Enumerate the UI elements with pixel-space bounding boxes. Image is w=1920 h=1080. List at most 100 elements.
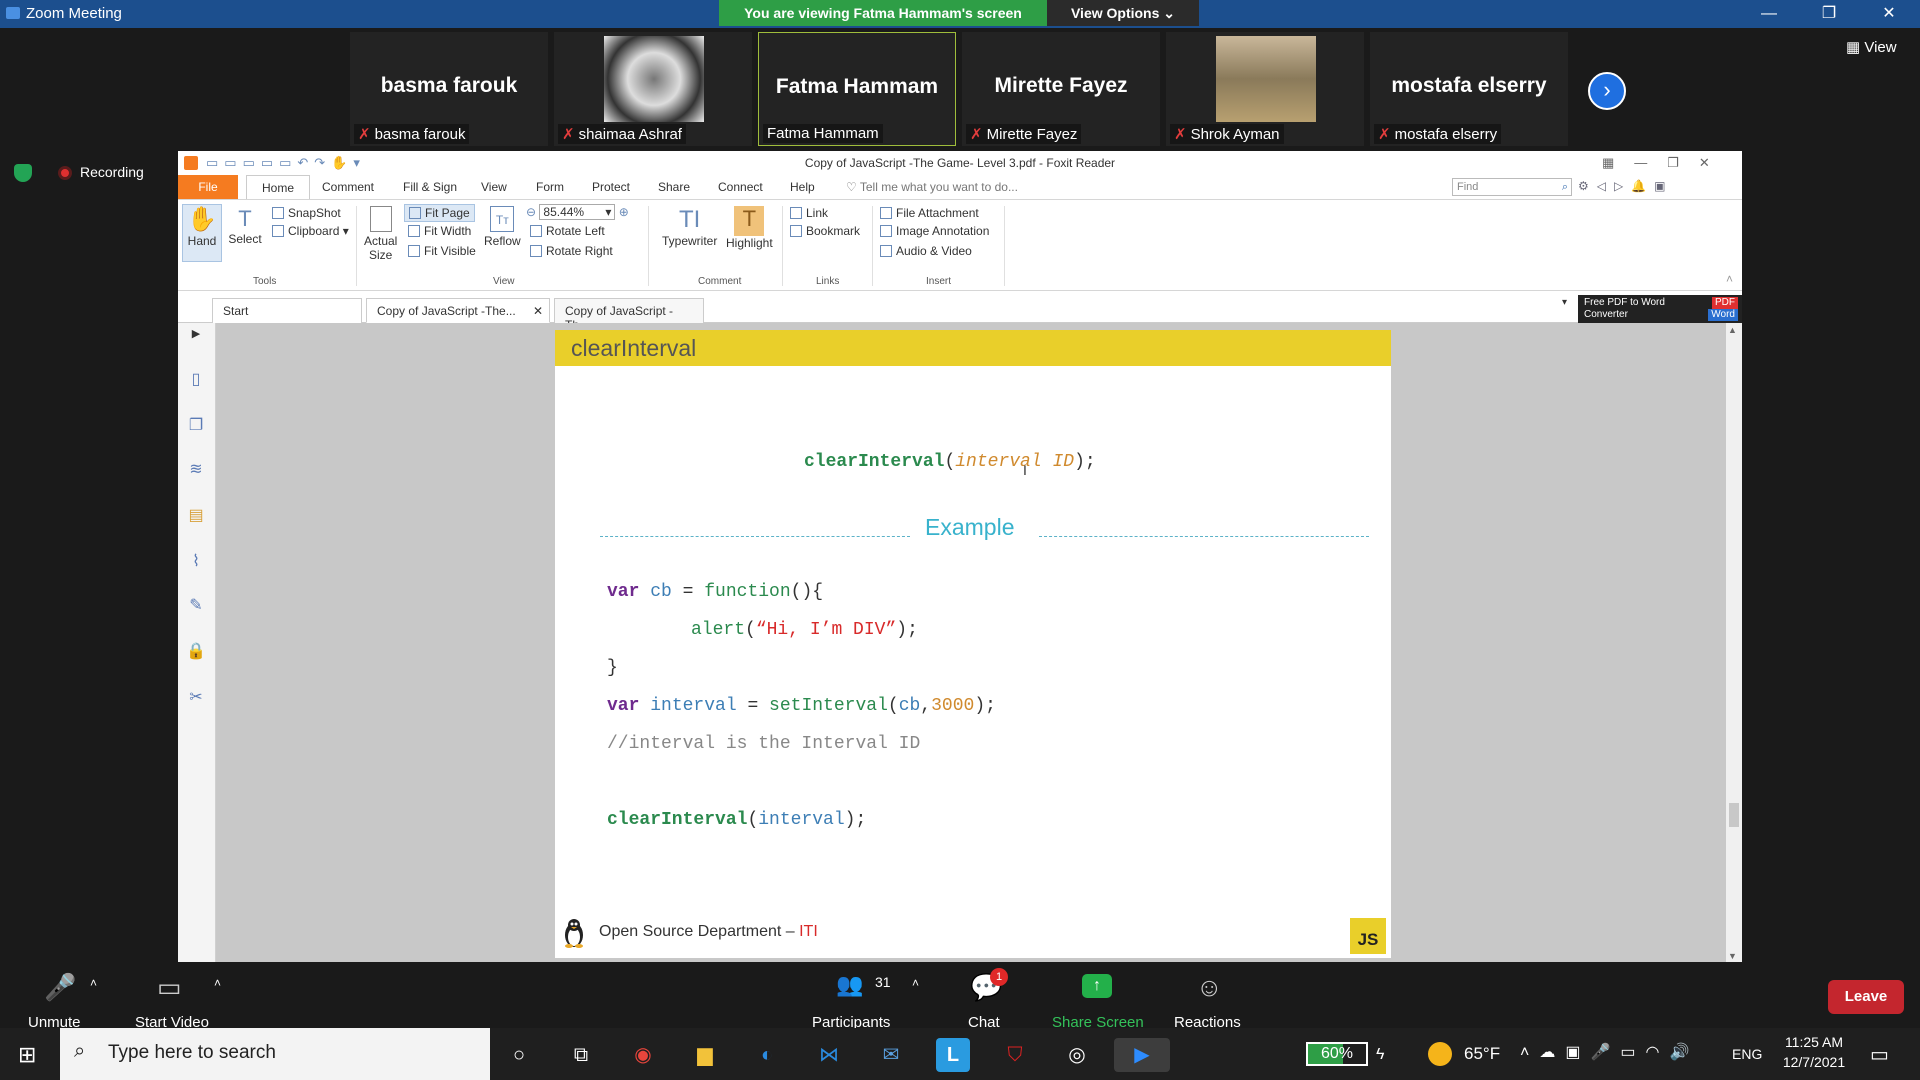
highlight-button[interactable]: T Highlight: [726, 206, 773, 250]
signatures-icon[interactable]: ✎: [186, 595, 206, 615]
chrome-icon[interactable]: ◉: [626, 1038, 660, 1072]
bookmark-button[interactable]: Bookmark: [790, 224, 860, 238]
edge-icon[interactable]: ◐: [750, 1038, 784, 1072]
fit-visible-button[interactable]: Fit Visible: [408, 244, 476, 258]
close-button[interactable]: ✕: [1866, 2, 1912, 26]
menu-help[interactable]: Help: [790, 180, 815, 194]
view-button[interactable]: ▦ View: [1846, 38, 1897, 56]
file-attachment-button[interactable]: File Attachment: [880, 206, 979, 220]
system-tray-icons[interactable]: ˄☁▣🎤▭◠🔊: [1520, 1042, 1699, 1062]
video-off-icon[interactable]: ▭: [157, 972, 182, 1003]
clipboard-button[interactable]: Clipboard ▾: [272, 224, 349, 238]
restore-button[interactable]: ❐: [1806, 2, 1852, 26]
fit-page-button[interactable]: Fit Page: [404, 204, 475, 222]
tab-document-active[interactable]: Copy of JavaScript -The... ✕: [366, 298, 550, 323]
app-l-icon[interactable]: L: [936, 1038, 970, 1072]
mcafee-icon[interactable]: ⛉: [998, 1038, 1032, 1072]
foxit-window-controls[interactable]: ▦—❐✕: [1602, 155, 1730, 171]
input-language[interactable]: ENG: [1732, 1046, 1762, 1062]
link-button[interactable]: Link: [790, 206, 828, 220]
tools-wrench-icon[interactable]: ✂: [186, 687, 206, 707]
menu-share[interactable]: Share: [658, 180, 690, 194]
leave-button[interactable]: Leave: [1828, 980, 1904, 1014]
typewriter-button[interactable]: TI Typewriter: [662, 206, 717, 248]
scroll-down-icon[interactable]: ▼: [1728, 951, 1737, 961]
participant-tile[interactable]: basma farouk ✗ basma farouk: [350, 32, 548, 146]
windows-start-icon[interactable]: ⊞: [18, 1042, 36, 1068]
participant-tile[interactable]: mostafa elserry ✗ mostafa elserry: [1370, 32, 1568, 146]
task-view-icon[interactable]: ⧉: [564, 1038, 598, 1072]
menu-home[interactable]: Home: [246, 175, 310, 200]
file-explorer-icon[interactable]: ▆: [688, 1038, 722, 1072]
zoom-control[interactable]: ⊖ 85.44% ▾ ⊕: [526, 204, 629, 220]
weather-temp[interactable]: 65°F: [1464, 1044, 1500, 1064]
code-number: 3000: [931, 696, 975, 716]
find-options-icons[interactable]: ⚙◁▷🔔▣: [1578, 179, 1674, 193]
thumbnails-icon[interactable]: ❐: [186, 415, 206, 435]
participants-chevron-icon[interactable]: ˄: [912, 976, 919, 990]
cortana-icon[interactable]: ○: [502, 1038, 536, 1072]
menu-connect[interactable]: Connect: [718, 180, 763, 194]
view-options-button[interactable]: View Options ⌄: [1047, 0, 1199, 26]
recording-indicator: Recording: [14, 164, 144, 183]
mail-icon[interactable]: ✉: [874, 1038, 908, 1072]
layers-icon[interactable]: ≋: [186, 459, 206, 479]
video-options-chevron-icon[interactable]: ˄: [214, 976, 221, 990]
menu-comment[interactable]: Comment: [322, 180, 374, 194]
participant-tile[interactable]: Mirette Fayez ✗ Mirette Fayez: [962, 32, 1160, 146]
muted-microphone-icon[interactable]: 🎤: [44, 972, 76, 1003]
tab-list-chevron-icon[interactable]: ▾: [1562, 297, 1574, 308]
weather-sun-icon[interactable]: [1428, 1042, 1452, 1066]
tab-document[interactable]: Copy of JavaScript -Th...: [554, 298, 704, 332]
participants-icon[interactable]: 👥: [836, 972, 863, 998]
battery-indicator[interactable]: 60%: [1306, 1042, 1368, 1066]
find-input[interactable]: Find ⌕: [1452, 178, 1572, 196]
snapshot-button[interactable]: SnapShot: [272, 206, 341, 220]
participant-tile[interactable]: ✗ Shrok Ayman: [1166, 32, 1364, 146]
zoom-in-icon[interactable]: ⊕: [615, 205, 629, 219]
scrollbar-thumb[interactable]: [1729, 803, 1739, 827]
rotate-right-button[interactable]: Rotate Right: [530, 244, 613, 258]
menu-form[interactable]: Form: [536, 180, 564, 194]
reactions-smiley-icon[interactable]: ☺: [1196, 972, 1223, 1003]
close-tab-icon[interactable]: ✕: [533, 304, 543, 318]
image-annotation-button[interactable]: Image Annotation: [880, 224, 989, 238]
collapse-ribbon-icon[interactable]: ˄: [1726, 272, 1733, 286]
minimize-button[interactable]: —: [1746, 2, 1792, 26]
pages-icon[interactable]: ▯: [186, 369, 206, 389]
fit-width-button[interactable]: Fit Width: [408, 224, 471, 238]
pdf-to-word-ad[interactable]: Free PDF to Word Converter PDF Word: [1578, 295, 1742, 323]
vscode-icon[interactable]: ⋈: [812, 1038, 846, 1072]
expand-panel-icon[interactable]: ▶: [186, 327, 206, 347]
notifications-icon[interactable]: ▭: [1870, 1042, 1889, 1067]
menu-protect[interactable]: Protect: [592, 180, 630, 194]
select-tool-button[interactable]: T Select: [228, 206, 262, 246]
rotate-left-button[interactable]: Rotate Left: [530, 224, 605, 238]
participant-tile[interactable]: ✗ shaimaa Ashraf: [554, 32, 752, 146]
menu-fill-sign[interactable]: Fill & Sign: [403, 180, 457, 194]
share-screen-icon[interactable]: ↑: [1082, 974, 1112, 998]
clock[interactable]: 11:25 AM 12/7/2021: [1774, 1034, 1854, 1070]
security-lock-icon[interactable]: 🔒: [186, 641, 206, 661]
tab-start[interactable]: Start: [212, 298, 362, 323]
audio-video-button[interactable]: Audio & Video: [880, 244, 972, 258]
zoom-taskbar-icon[interactable]: ▶: [1114, 1038, 1170, 1072]
attachments-icon[interactable]: ⌇: [186, 551, 206, 571]
hand-tool-button[interactable]: ✋ Hand: [182, 204, 222, 262]
audio-options-chevron-icon[interactable]: ˄: [90, 976, 97, 990]
menu-view[interactable]: View: [481, 180, 507, 194]
vertical-scrollbar[interactable]: ▲ ▼: [1726, 323, 1742, 963]
reflow-button[interactable]: Tт Reflow: [484, 206, 521, 248]
obs-icon[interactable]: ◎: [1060, 1038, 1094, 1072]
scroll-up-icon[interactable]: ▲: [1728, 325, 1737, 335]
next-page-arrow-icon[interactable]: ›: [1588, 72, 1626, 110]
participant-tile-active[interactable]: Fatma Hammam Fatma Hammam: [758, 32, 956, 146]
comments-icon[interactable]: ▤: [186, 505, 206, 525]
zoom-out-icon[interactable]: ⊖: [526, 205, 539, 219]
word-badge: Word: [1708, 309, 1738, 321]
actual-size-button[interactable]: Actual Size: [364, 206, 397, 262]
zoom-input[interactable]: 85.44% ▾: [539, 204, 616, 220]
menu-file[interactable]: File: [178, 175, 238, 199]
taskbar-search-input[interactable]: ⌕ Type here to search: [60, 1028, 490, 1080]
tell-me-box[interactable]: ♡ Tell me what you want to do...: [846, 180, 1018, 194]
